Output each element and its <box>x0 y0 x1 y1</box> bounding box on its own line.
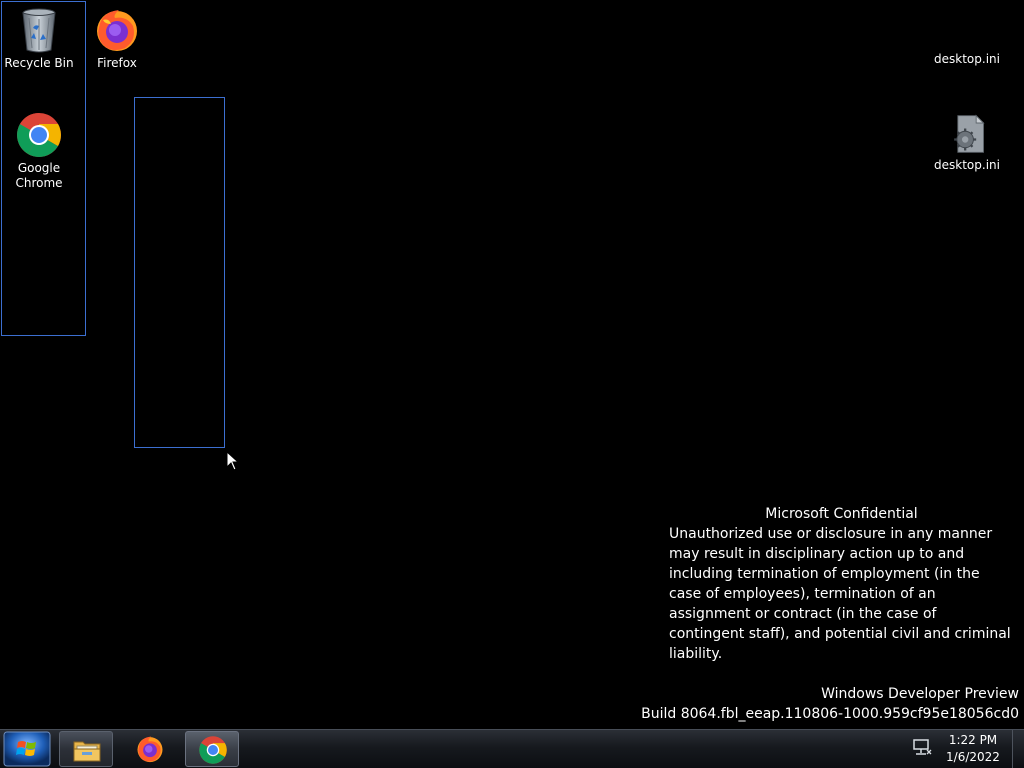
taskbar-button-firefox[interactable] <box>123 731 177 767</box>
folder-icon <box>73 741 101 762</box>
start-button[interactable] <box>3 731 51 767</box>
taskbar-button-file-explorer[interactable] <box>59 731 113 767</box>
watermark-body: Unauthorized use or disclosure in any ma… <box>669 526 1011 662</box>
chrome-icon <box>199 736 227 764</box>
desktop-icon-label: desktop.ini <box>934 158 1000 172</box>
confidential-watermark: Microsoft Confidential Unauthorized use … <box>669 504 1014 664</box>
settings-file-icon <box>954 114 985 153</box>
mouse-cursor-icon <box>226 451 240 471</box>
desktop-icon-desktop-ini[interactable]: desktop.ini <box>929 52 1005 67</box>
firefox-icon <box>137 736 163 763</box>
watermark-title: Microsoft Confidential <box>765 506 918 522</box>
drag-selection-rectangle <box>134 97 225 448</box>
desktop-icon-firefox[interactable]: Firefox <box>79 6 155 71</box>
taskbar <box>0 729 1024 768</box>
desktop-icon-label: Google Chrome <box>15 161 63 190</box>
desktop[interactable]: Recycle Bin Firefox Google Chrome deskto… <box>0 0 1024 729</box>
edition-text: Windows Developer Preview <box>821 686 1019 702</box>
recycle-bin-icon <box>22 8 56 53</box>
desktop-icon-label: Firefox <box>97 56 137 70</box>
chrome-icon <box>17 113 61 157</box>
desktop-icon-label: Recycle Bin <box>4 56 74 70</box>
clock-time: 1:22 PM <box>948 733 998 747</box>
desktop-icon-desktop-ini-2[interactable]: desktop.ini <box>929 112 1005 173</box>
firefox-icon <box>97 10 137 51</box>
build-text: Build 8064.fbl_eeap.110806-1000.959cf95e… <box>641 706 1019 722</box>
show-desktop-button[interactable] <box>1012 730 1024 768</box>
desktop-icon-recycle-bin[interactable]: Recycle Bin <box>1 6 77 71</box>
taskbar-button-chrome[interactable] <box>185 731 239 767</box>
desktop-icon-label: desktop.ini <box>934 52 1000 66</box>
taskbar-clock[interactable]: 1:22 PM 1/6/2022 <box>940 732 1006 766</box>
build-watermark: Windows Developer Preview Build 8064.fbl… <box>641 684 1019 724</box>
desktop-icon-google-chrome[interactable]: Google Chrome <box>1 111 77 191</box>
network-icon[interactable] <box>912 739 932 757</box>
clock-date: 1/6/2022 <box>946 750 1000 764</box>
